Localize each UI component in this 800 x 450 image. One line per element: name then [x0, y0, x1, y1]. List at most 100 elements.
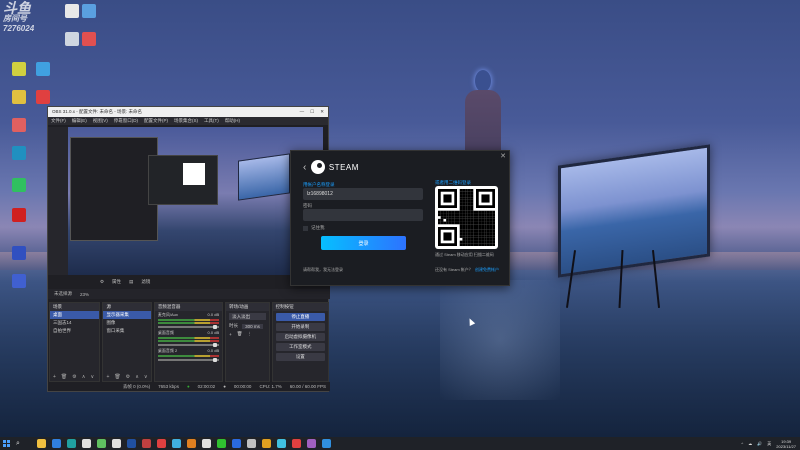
desktop-icon[interactable]: [4, 208, 34, 238]
trash-icon[interactable]: 🗑: [61, 374, 67, 380]
network-icon[interactable]: ☁: [748, 441, 752, 446]
steam-login-window[interactable]: ✕ ‹ STEAM 用帐户名称登录 lz16898012 密码 记住我 登录 或…: [290, 150, 510, 286]
close-icon[interactable]: ✕: [320, 109, 324, 115]
source-item[interactable]: 图像: [103, 319, 150, 327]
menu-file[interactable]: 文件(F): [51, 118, 66, 124]
filter-icon[interactable]: ▤: [129, 279, 133, 285]
volume-slider[interactable]: [157, 358, 220, 362]
taskbar-app-icon[interactable]: [142, 439, 151, 448]
more-icon[interactable]: ⋮: [247, 331, 252, 337]
trash-icon[interactable]: 🗑: [237, 331, 243, 337]
channel-db: 0.0 dB: [207, 312, 220, 317]
volume-icon[interactable]: 🔊: [757, 441, 762, 446]
transition-select[interactable]: 淡入淡出: [229, 313, 266, 320]
add-icon[interactable]: +: [106, 374, 109, 380]
arrow-down-icon[interactable]: ∨: [90, 374, 94, 380]
source-item[interactable]: 窗口采集: [103, 327, 150, 335]
taskbar-app-icon[interactable]: [157, 439, 166, 448]
arrow-down-icon[interactable]: ∨: [144, 374, 148, 380]
taskbar-app-icon[interactable]: [172, 439, 181, 448]
account-input[interactable]: lz16898012: [303, 188, 423, 200]
desktop-icon[interactable]: [28, 62, 58, 92]
maximize-icon[interactable]: ☐: [310, 109, 314, 115]
menu-scene-collection[interactable]: 场景集合(S): [174, 118, 198, 124]
start-button[interactable]: [0, 437, 12, 450]
menu-tools[interactable]: 工具(T): [204, 118, 219, 124]
taskbar-app-icon[interactable]: [247, 439, 256, 448]
taskbar-app-icon[interactable]: [262, 439, 271, 448]
desktop-icon[interactable]: [4, 146, 34, 176]
scene-item[interactable]: 三国志14: [50, 319, 99, 327]
scene-item[interactable]: 自拍世界: [50, 327, 99, 335]
desktop-icon[interactable]: [74, 4, 104, 34]
desktop-icon[interactable]: [4, 246, 34, 276]
taskbar-app-icon[interactable]: [232, 439, 241, 448]
remember-me[interactable]: 记住我: [303, 225, 325, 231]
taskbar-app-icon[interactable]: [217, 439, 226, 448]
studio-mode-button[interactable]: 工作室模式: [275, 343, 325, 351]
slider-knob[interactable]: [213, 325, 217, 329]
start-recording-button[interactable]: 开始录制: [275, 323, 325, 331]
taskbar-app-icon[interactable]: [82, 439, 91, 448]
filters-button[interactable]: 滤镜: [141, 279, 150, 285]
menu-view[interactable]: 视图(V): [93, 118, 108, 124]
menu-docks[interactable]: 停靠窗口(D): [114, 118, 138, 124]
taskbar-app-icon[interactable]: [52, 439, 61, 448]
help-link[interactable]: 请帮帮我，我无法登录: [303, 267, 343, 273]
arrow-up-icon[interactable]: ∧: [135, 374, 139, 380]
settings-button[interactable]: 设置: [275, 353, 325, 361]
desktop-icon[interactable]: [4, 274, 34, 304]
obs-statusbar: 丢帧 0 (0.0%) 7653 kbps ● 02:00:02 ● 00:00…: [48, 382, 330, 391]
taskbar-app-icon[interactable]: [37, 439, 46, 448]
settings-icon[interactable]: ⚙: [126, 374, 130, 380]
minimize-icon[interactable]: —: [300, 109, 305, 115]
settings-icon[interactable]: ⚙: [72, 374, 76, 380]
taskbar-app-icon[interactable]: [202, 439, 211, 448]
login-button[interactable]: 登录: [321, 236, 406, 250]
search-icon[interactable]: ⌕: [12, 440, 24, 448]
duration-input[interactable]: 300 ms: [242, 323, 263, 329]
desktop-icon[interactable]: [4, 178, 34, 208]
desktop-icon[interactable]: [4, 118, 34, 148]
properties-button[interactable]: 属性: [112, 279, 121, 285]
menu-help[interactable]: 帮助(H): [225, 118, 240, 124]
slider-knob[interactable]: [213, 343, 217, 347]
volume-slider[interactable]: [157, 343, 220, 347]
virtual-camera-button[interactable]: 启动虚拟摄像机: [275, 333, 325, 341]
close-icon[interactable]: ✕: [500, 152, 506, 160]
obs-preview[interactable]: [68, 127, 323, 275]
remember-checkbox[interactable]: [303, 225, 308, 231]
tray-chevron-icon[interactable]: ^: [741, 441, 743, 446]
clock[interactable]: 19:39 2023/11/27: [776, 439, 796, 449]
menu-profile[interactable]: 配置文件(P): [144, 118, 168, 124]
obs-titlebar[interactable]: OBS 31.0.x - 配置文件: 未命名 - 场景: 未命名 — ☐ ✕: [48, 107, 328, 117]
arrow-up-icon[interactable]: ∧: [82, 374, 86, 380]
scene-item[interactable]: 桌面: [50, 311, 100, 319]
taskbar-app-icon[interactable]: [292, 439, 301, 448]
live-icon: ●: [186, 384, 190, 389]
taskbar-app-icon[interactable]: [112, 439, 121, 448]
taskbar-app-icon[interactable]: [127, 439, 136, 448]
source-item[interactable]: 显示器采集: [103, 311, 151, 319]
stop-streaming-button[interactable]: 停止直播: [275, 313, 325, 321]
taskbar-app-icon[interactable]: [307, 439, 316, 448]
taskbar-app-icon[interactable]: [187, 439, 196, 448]
obs-window[interactable]: OBS 31.0.x - 配置文件: 未命名 - 场景: 未命名 — ☐ ✕ 文…: [47, 106, 330, 392]
volume-slider[interactable]: [157, 325, 220, 329]
add-icon[interactable]: +: [229, 332, 232, 337]
taskbar-app-icon[interactable]: [322, 439, 331, 448]
password-input[interactable]: [303, 209, 423, 221]
input-method-icon[interactable]: 英: [767, 441, 771, 447]
trash-icon[interactable]: 🗑: [114, 374, 120, 380]
taskbar-apps: [34, 439, 334, 448]
taskbar-app-icon[interactable]: [277, 439, 286, 448]
menu-edit[interactable]: 编辑(E): [72, 118, 87, 124]
gear-icon[interactable]: ⚙: [100, 279, 104, 285]
app-icon: [12, 208, 26, 222]
taskbar-app-icon[interactable]: [97, 439, 106, 448]
add-icon[interactable]: +: [53, 374, 56, 380]
taskbar-app-icon[interactable]: [67, 439, 76, 448]
create-account-link[interactable]: 创建免费帐户: [475, 267, 499, 273]
desktop-icon[interactable]: [74, 32, 104, 62]
slider-knob[interactable]: [213, 358, 217, 362]
